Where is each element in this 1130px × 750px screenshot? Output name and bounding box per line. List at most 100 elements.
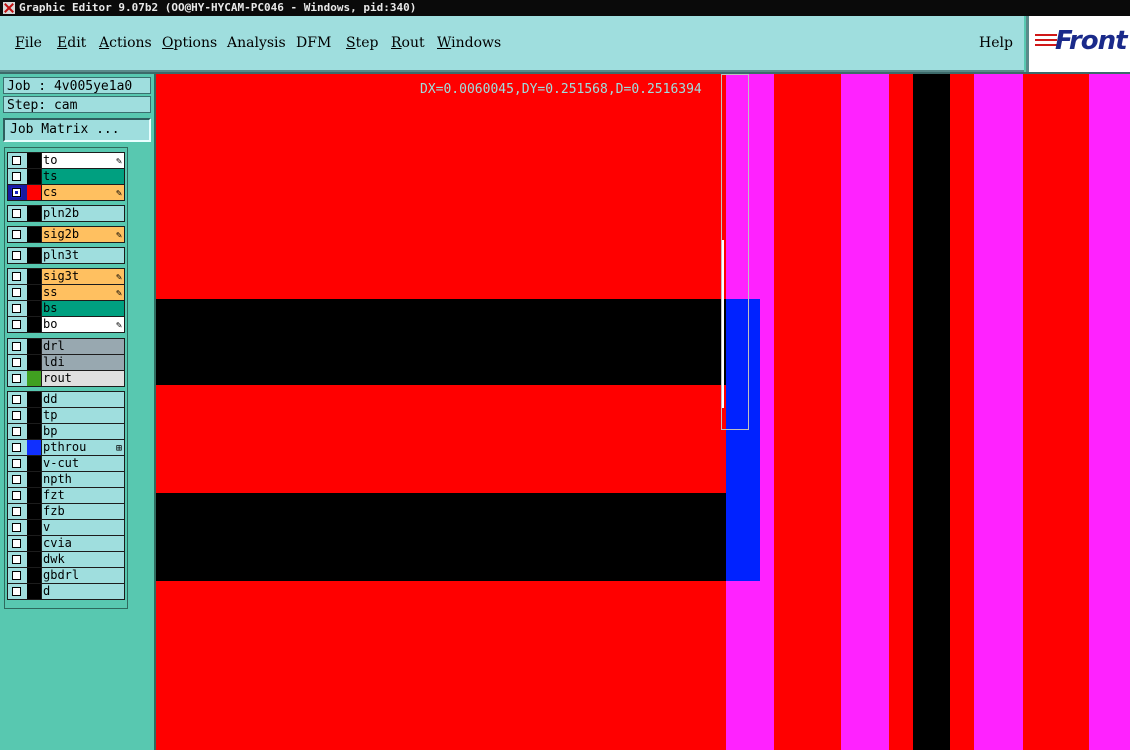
- layer-name[interactable]: pln3t: [42, 248, 124, 263]
- menu-options[interactable]: Options: [162, 35, 217, 51]
- layer-color-swatch[interactable]: [27, 488, 41, 503]
- layer-color-swatch[interactable]: [27, 504, 41, 519]
- layer-display-checkbox[interactable]: [12, 172, 21, 181]
- layer-row-bs[interactable]: bs: [8, 301, 124, 317]
- layer-display-checkbox[interactable]: [12, 539, 21, 548]
- menu-file[interactable]: File: [15, 35, 42, 51]
- menu-actions[interactable]: Actions: [99, 35, 152, 51]
- layer-row-drl[interactable]: drl: [8, 339, 124, 355]
- layer-name[interactable]: sig3t ✎: [42, 269, 124, 284]
- layer-color-swatch[interactable]: [27, 568, 41, 583]
- layer-list[interactable]: to ✎ ts cs ✎ pln2b sig2b ✎ pln3t sig3t ✎ ss ✎ bs bo ✎ dr…: [4, 147, 128, 609]
- layer-row-v[interactable]: v: [8, 520, 124, 536]
- layer-color-swatch[interactable]: [27, 317, 41, 332]
- menu-dfm[interactable]: DFM: [296, 35, 331, 51]
- layer-row-cvia[interactable]: cvia: [8, 536, 124, 552]
- layer-display-checkbox[interactable]: [12, 209, 21, 218]
- app-icon[interactable]: [3, 2, 15, 14]
- layer-display-checkbox[interactable]: [12, 587, 21, 596]
- layer-display-checkbox[interactable]: [12, 523, 21, 532]
- layer-name[interactable]: fzt: [42, 488, 124, 503]
- layer-name[interactable]: to ✎: [42, 153, 124, 168]
- layer-name[interactable]: tp: [42, 408, 124, 423]
- layer-name[interactable]: v-cut: [42, 456, 124, 471]
- layer-name[interactable]: pthrou ⊞: [42, 440, 124, 455]
- layer-color-swatch[interactable]: [27, 520, 41, 535]
- layer-display-checkbox[interactable]: [12, 459, 21, 468]
- layer-display-checkbox[interactable]: [12, 156, 21, 165]
- layer-color-swatch[interactable]: [27, 206, 41, 221]
- menu-help[interactable]: Help: [979, 35, 1013, 51]
- layer-name[interactable]: dd: [42, 392, 124, 407]
- layer-display-checkbox[interactable]: [12, 272, 21, 281]
- layer-name[interactable]: cs ✎: [42, 185, 124, 200]
- layer-color-swatch[interactable]: [27, 408, 41, 423]
- layer-color-swatch[interactable]: [27, 392, 41, 407]
- graphics-canvas[interactable]: DX=0.0060045,DY=0.251568,D=0.2516394: [156, 74, 1130, 750]
- layer-display-checkbox[interactable]: [12, 395, 21, 404]
- layer-color-swatch[interactable]: [27, 355, 41, 370]
- layer-row-v-cut[interactable]: v-cut: [8, 456, 124, 472]
- layer-name[interactable]: sig2b ✎: [42, 227, 124, 242]
- layer-name[interactable]: rout: [42, 371, 124, 386]
- layer-display-checkbox[interactable]: [12, 507, 21, 516]
- layer-row-ss[interactable]: ss ✎: [8, 285, 124, 301]
- layer-color-swatch[interactable]: [27, 440, 41, 455]
- layer-row-pln2b[interactable]: pln2b: [8, 206, 124, 222]
- job-name-field[interactable]: Job : 4v005ye1a0: [3, 77, 151, 94]
- layer-name[interactable]: v: [42, 520, 124, 535]
- layer-color-swatch[interactable]: [27, 584, 41, 599]
- layer-name[interactable]: npth: [42, 472, 124, 487]
- layer-row-sig2b[interactable]: sig2b ✎: [8, 227, 124, 243]
- layer-color-swatch[interactable]: [27, 185, 41, 200]
- layer-row-bp[interactable]: bp: [8, 424, 124, 440]
- layer-name[interactable]: pln2b: [42, 206, 124, 221]
- layer-name[interactable]: ts: [42, 169, 124, 184]
- layer-display-checkbox[interactable]: [12, 571, 21, 580]
- layer-row-fzt[interactable]: fzt: [8, 488, 124, 504]
- layer-color-swatch[interactable]: [27, 552, 41, 567]
- layer-display-checkbox[interactable]: [12, 358, 21, 367]
- layer-display-checkbox[interactable]: [12, 555, 21, 564]
- layer-color-swatch[interactable]: [27, 472, 41, 487]
- layer-row-to[interactable]: to ✎: [8, 153, 124, 169]
- menu-edit[interactable]: Edit: [57, 35, 86, 51]
- layer-row-tp[interactable]: tp: [8, 408, 124, 424]
- layer-color-swatch[interactable]: [27, 269, 41, 284]
- step-name-field[interactable]: Step: cam: [3, 96, 151, 113]
- layer-color-swatch[interactable]: [27, 169, 41, 184]
- layer-row-bo[interactable]: bo ✎: [8, 317, 124, 333]
- layer-display-checkbox[interactable]: [12, 427, 21, 436]
- menu-step[interactable]: Step: [346, 35, 378, 51]
- layer-row-d[interactable]: d: [8, 584, 124, 600]
- layer-name[interactable]: bp: [42, 424, 124, 439]
- layer-display-checkbox[interactable]: [12, 230, 21, 239]
- layer-name[interactable]: gbdrl: [42, 568, 124, 583]
- menu-analysis[interactable]: Analysis: [227, 35, 286, 51]
- menu-rout[interactable]: Rout: [391, 35, 425, 51]
- layer-row-ldi[interactable]: ldi: [8, 355, 124, 371]
- layer-row-sig3t[interactable]: sig3t ✎: [8, 269, 124, 285]
- layer-display-checkbox[interactable]: [11, 187, 22, 198]
- layer-color-swatch[interactable]: [27, 301, 41, 316]
- layer-display-checkbox[interactable]: [12, 342, 21, 351]
- layer-color-swatch[interactable]: [27, 536, 41, 551]
- layer-name[interactable]: bs: [42, 301, 124, 316]
- layer-color-swatch[interactable]: [27, 285, 41, 300]
- layer-row-pthrou[interactable]: pthrou ⊞: [8, 440, 124, 456]
- layer-name[interactable]: cvia: [42, 536, 124, 551]
- layer-name[interactable]: ss ✎: [42, 285, 124, 300]
- layer-display-checkbox[interactable]: [12, 411, 21, 420]
- layer-display-checkbox[interactable]: [12, 475, 21, 484]
- layer-color-swatch[interactable]: [27, 339, 41, 354]
- layer-name[interactable]: d: [42, 584, 124, 599]
- layer-name[interactable]: fzb: [42, 504, 124, 519]
- layer-name[interactable]: dwk: [42, 552, 124, 567]
- layer-row-ts[interactable]: ts: [8, 169, 124, 185]
- layer-display-checkbox[interactable]: [12, 251, 21, 260]
- layer-color-swatch[interactable]: [27, 153, 41, 168]
- menu-windows[interactable]: Windows: [437, 35, 501, 51]
- layer-display-checkbox[interactable]: [12, 320, 21, 329]
- layer-row-npth[interactable]: npth: [8, 472, 124, 488]
- layer-row-dwk[interactable]: dwk: [8, 552, 124, 568]
